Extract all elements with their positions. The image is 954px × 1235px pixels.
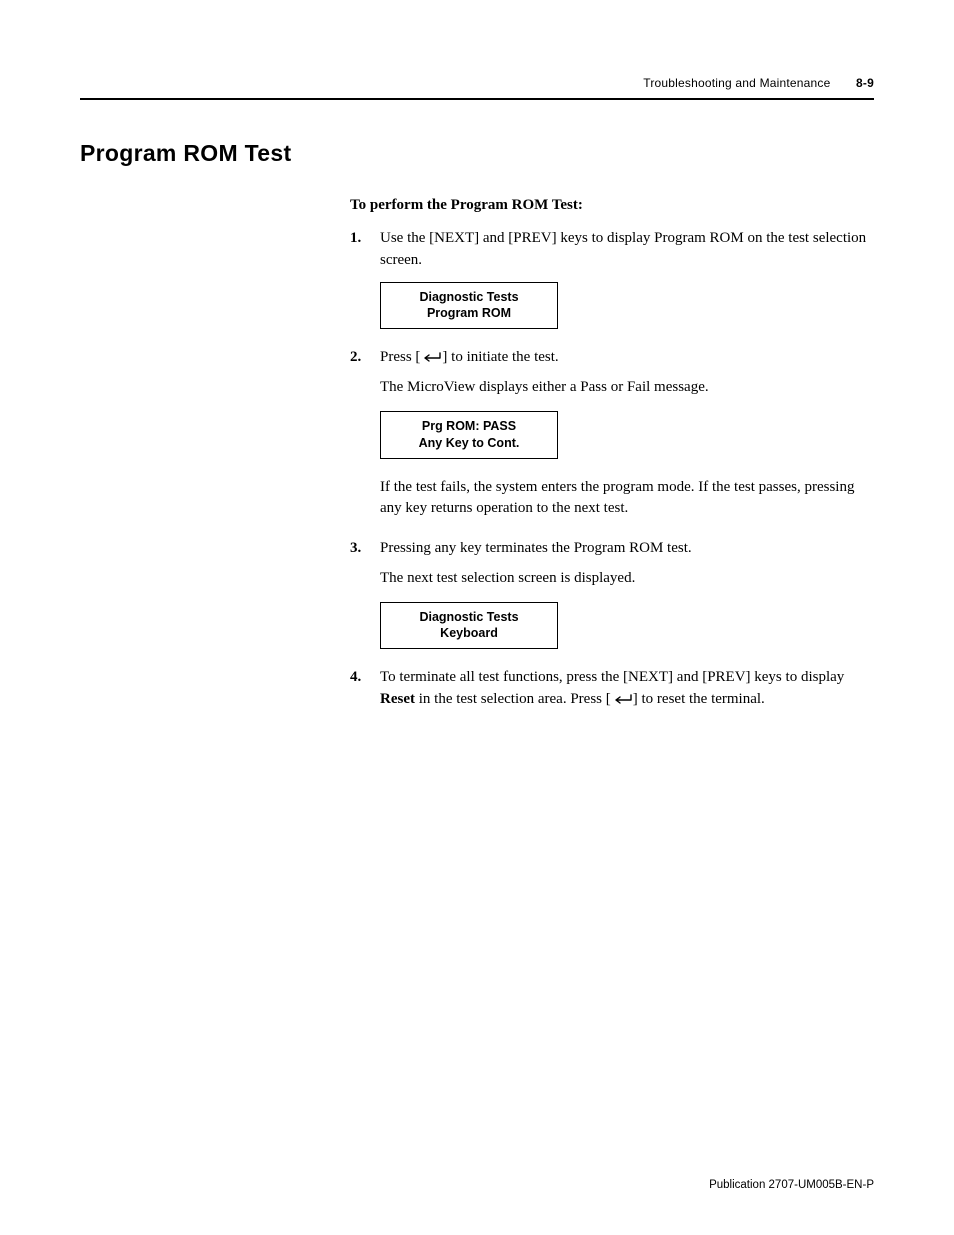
step-4-text-b: in the test selection area. Press [ <box>415 691 611 707</box>
screen-line: Keyboard <box>385 625 553 642</box>
screen-box-pass: Prg ROM: PASS Any Key to Cont. <box>380 411 558 459</box>
step-2-para-2: If the test fails, the system enters the… <box>380 477 874 521</box>
running-header: Troubleshooting and Maintenance 8-9 <box>80 76 874 100</box>
step-2-para-1: The MicroView displays either a Pass or … <box>380 377 874 399</box>
step-3-para: The next test selection screen is displa… <box>380 568 874 590</box>
screen-box-program-rom: Diagnostic Tests Program ROM <box>380 282 558 330</box>
reset-keyword: Reset <box>380 691 415 707</box>
step-4-text-c: ] to reset the terminal. <box>633 691 765 707</box>
screen-line: Any Key to Cont. <box>385 435 553 452</box>
step-2-text-b: ] to initiate the test. <box>442 349 558 365</box>
procedure-lead: To perform the Program ROM Test: <box>350 197 874 214</box>
step-2: Press [ ] to initiate the test. The Micro… <box>350 347 874 520</box>
screen-box-keyboard: Diagnostic Tests Keyboard <box>380 602 558 650</box>
publication-footer: Publication 2707-UM005B-EN-P <box>709 1179 874 1191</box>
section-title: Program ROM Test <box>80 140 874 167</box>
screen-line: Program ROM <box>385 305 553 322</box>
step-3-text-a: Pressing any key terminates the Program … <box>380 540 692 556</box>
enter-key-icon <box>420 352 442 363</box>
content-column: To perform the Program ROM Test: Use the… <box>350 197 874 711</box>
enter-key-icon <box>611 694 633 705</box>
procedure-steps: Use the [NEXT] and [PREV] keys to displa… <box>350 228 874 711</box>
screen-line: Diagnostic Tests <box>385 289 553 306</box>
screen-line: Diagnostic Tests <box>385 609 553 626</box>
chapter-name: Troubleshooting and Maintenance <box>643 76 830 90</box>
step-3: Pressing any key terminates the Program … <box>350 538 874 649</box>
step-2-text-a: Press [ <box>380 349 420 365</box>
step-4-text-a: To terminate all test functions, press t… <box>380 669 844 685</box>
step-1: Use the [NEXT] and [PREV] keys to displa… <box>350 228 874 329</box>
screen-line: Prg ROM: PASS <box>385 418 553 435</box>
step-1-text: Use the [NEXT] and [PREV] keys to displa… <box>380 230 866 268</box>
page-number: 8-9 <box>856 76 874 90</box>
step-4: To terminate all test functions, press t… <box>350 667 874 711</box>
